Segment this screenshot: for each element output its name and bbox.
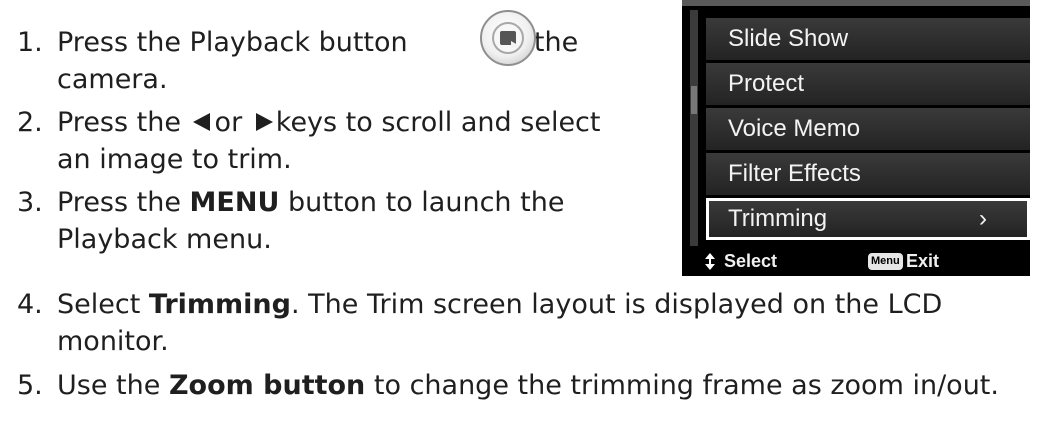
- step-number: 2.: [17, 107, 43, 138]
- menu-item-protect[interactable]: Protect: [706, 63, 1030, 105]
- footer-select-label: Select: [724, 251, 778, 271]
- trimming-label: Trimming: [148, 289, 291, 320]
- step-text-line2: camera.: [57, 64, 168, 95]
- chevron-right-icon: ›: [979, 205, 987, 232]
- step-number: 3.: [17, 187, 43, 218]
- menu-item-slide-show[interactable]: Slide Show: [706, 18, 1030, 60]
- menu-item-filter-effects[interactable]: Filter Effects: [706, 153, 1030, 195]
- step-text: Press the MENU button to launch the: [57, 187, 565, 218]
- step-number: 4.: [17, 289, 43, 320]
- step-text: Press the or keys to scroll and select: [57, 107, 601, 138]
- step-text-line2: monitor.: [57, 326, 169, 357]
- menu-key-icon: Menu: [868, 253, 903, 270]
- lcd-footer: Select Menu Exit: [682, 246, 1030, 276]
- menu-item-voice-memo[interactable]: Voice Memo: [706, 108, 1030, 150]
- menu-scrollbar: [690, 10, 698, 260]
- step-text: Use the Zoom button to change the trimmi…: [57, 370, 999, 401]
- up-down-navigation-icon: [704, 253, 716, 271]
- footer-exit-label: Exit: [906, 251, 940, 271]
- playback-button-icon: [480, 10, 536, 66]
- left-arrow-key-icon: [192, 112, 210, 131]
- menu-item-trimming[interactable]: Trimming ›: [706, 198, 1030, 240]
- step-number: 5.: [17, 370, 43, 401]
- right-arrow-key-icon: [255, 112, 273, 131]
- step-number: 1.: [17, 27, 43, 58]
- zoom-button-label: Zoom button: [168, 370, 366, 401]
- camera-lcd-menu: Slide Show Protect Voice Memo Filter Eff…: [682, 0, 1030, 276]
- menu-button-label: MENU: [189, 187, 280, 218]
- step-text-line2: an image to trim.: [57, 144, 292, 175]
- lcd-top-bar: [682, 0, 1030, 6]
- step-text: Select Trimming. The Trim screen layout …: [57, 289, 943, 320]
- step-text-line2: Playback menu.: [57, 224, 272, 255]
- scrollbar-thumb: [691, 86, 697, 114]
